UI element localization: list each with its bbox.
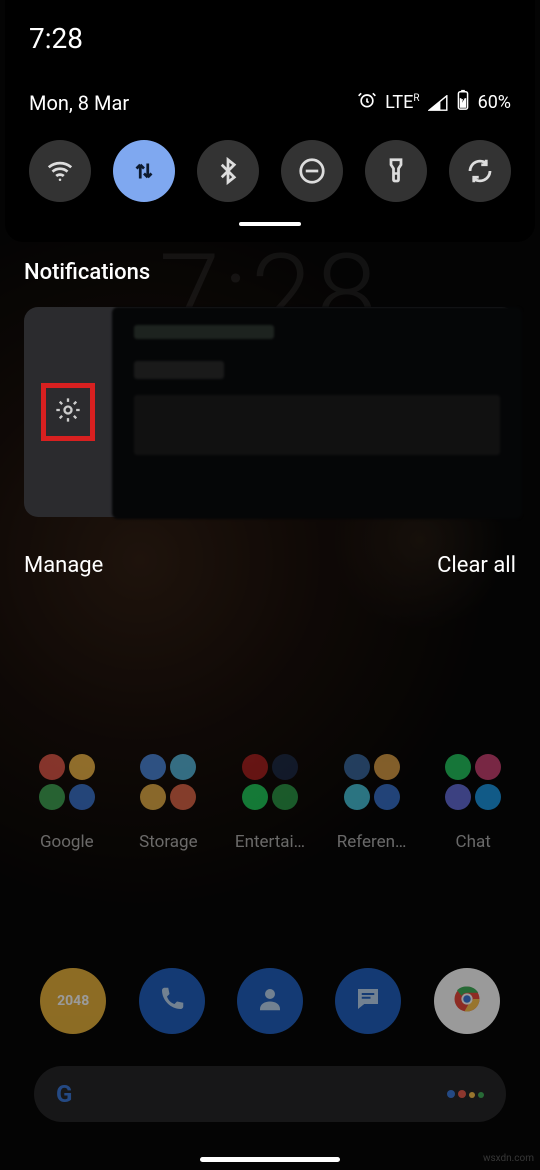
notification-card[interactable] bbox=[24, 307, 516, 517]
app-messages[interactable] bbox=[335, 968, 401, 1034]
watermark: wsxdn.com bbox=[483, 1153, 534, 1164]
alarm-icon bbox=[357, 90, 377, 115]
gear-icon bbox=[54, 396, 82, 428]
status-time: 7:28 bbox=[5, 0, 535, 61]
app-chrome[interactable] bbox=[434, 968, 500, 1034]
person-icon bbox=[255, 984, 285, 1018]
notification-shade: 7:28 Mon, 8 Mar LTER 60% bbox=[5, 0, 535, 242]
search-bar[interactable]: G bbox=[34, 1066, 506, 1122]
assistant-icon[interactable] bbox=[447, 1090, 484, 1098]
message-icon bbox=[353, 984, 383, 1018]
dnd-toggle[interactable] bbox=[281, 140, 343, 202]
clear-all-button[interactable]: Clear all bbox=[437, 553, 516, 578]
folder-chat[interactable]: Chat bbox=[425, 746, 521, 852]
home-folders-row: Google Storage Entertai… Referen… Chat bbox=[0, 746, 540, 852]
notifications-header: Notifications bbox=[24, 260, 516, 285]
app-phone[interactable] bbox=[139, 968, 205, 1034]
phone-icon bbox=[157, 984, 187, 1018]
folder-google[interactable]: Google bbox=[19, 746, 115, 852]
notification-content-blurred bbox=[112, 307, 522, 519]
status-icons: LTER 60% bbox=[357, 89, 511, 116]
network-type: LTER bbox=[385, 92, 419, 113]
battery-percentage: 60% bbox=[478, 92, 511, 113]
shade-drag-handle[interactable] bbox=[239, 222, 301, 226]
mobile-data-toggle[interactable] bbox=[113, 140, 175, 202]
google-logo-icon: G bbox=[56, 1080, 72, 1108]
quick-settings-row bbox=[5, 130, 535, 220]
bluetooth-toggle[interactable] bbox=[197, 140, 259, 202]
app-2048[interactable]: 2048 bbox=[40, 968, 106, 1034]
notification-actions: Manage Clear all bbox=[0, 517, 540, 586]
app-contacts[interactable] bbox=[237, 968, 303, 1034]
status-date: Mon, 8 Mar bbox=[29, 91, 129, 115]
chrome-icon bbox=[452, 984, 482, 1018]
dock: 2048 bbox=[0, 968, 540, 1034]
battery-icon bbox=[456, 89, 470, 116]
folder-entertainment[interactable]: Entertai… bbox=[222, 746, 318, 852]
folder-storage[interactable]: Storage bbox=[120, 746, 216, 852]
signal-icon bbox=[428, 95, 448, 111]
flashlight-toggle[interactable] bbox=[365, 140, 427, 202]
notification-settings-button-highlighted[interactable] bbox=[41, 383, 95, 441]
gesture-nav-handle[interactable] bbox=[200, 1157, 340, 1162]
autorotate-toggle[interactable] bbox=[449, 140, 511, 202]
date-status-row: Mon, 8 Mar LTER 60% bbox=[5, 61, 535, 130]
manage-button[interactable]: Manage bbox=[24, 553, 103, 578]
folder-reference[interactable]: Referen… bbox=[324, 746, 420, 852]
wifi-toggle[interactable] bbox=[29, 140, 91, 202]
